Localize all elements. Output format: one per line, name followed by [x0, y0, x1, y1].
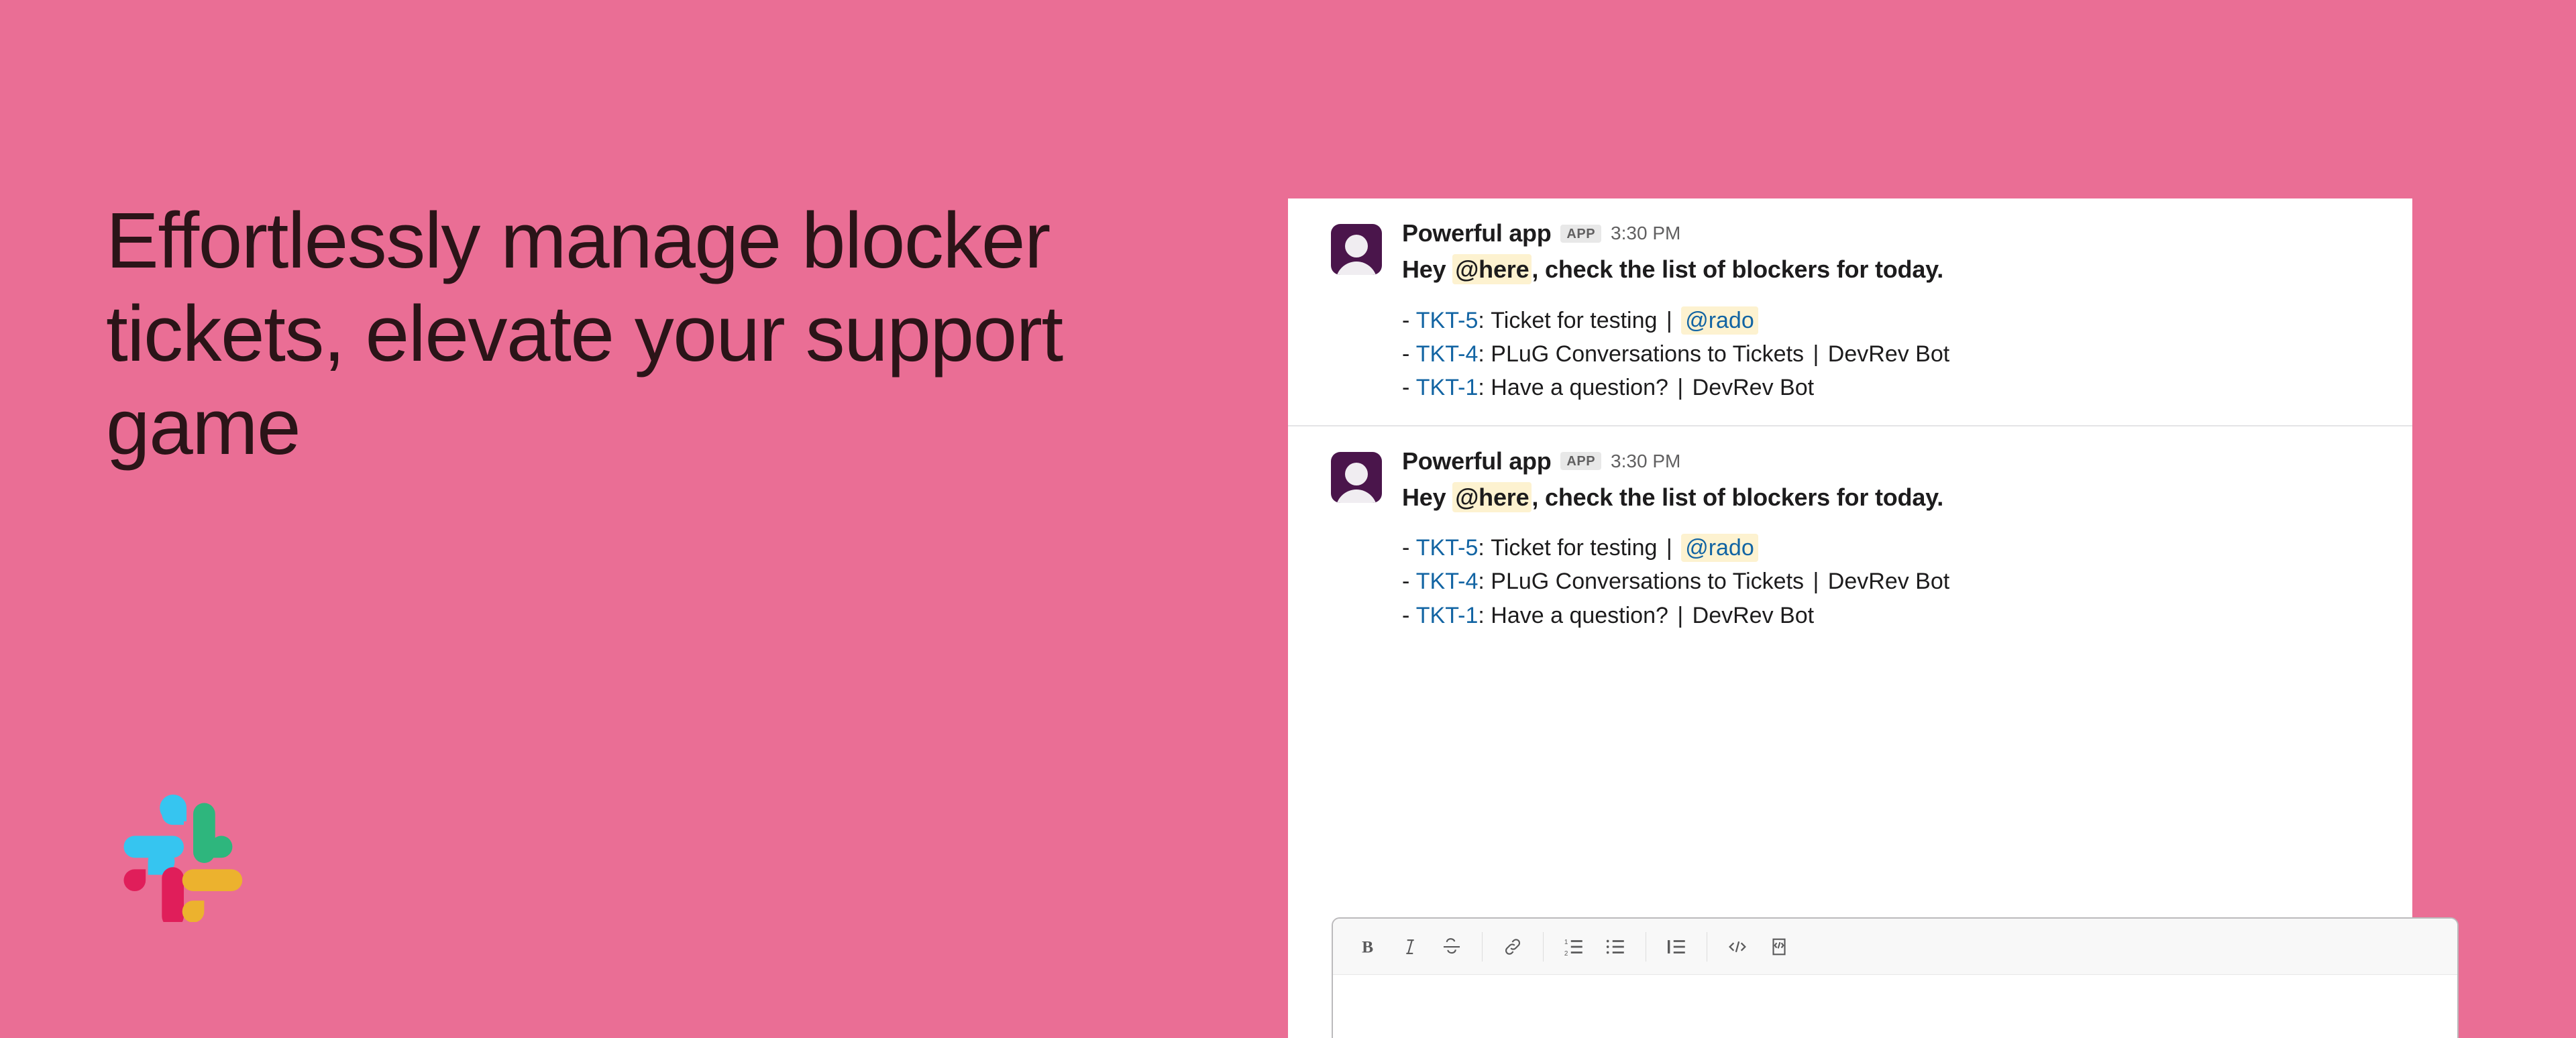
bullet: - — [1402, 569, 1410, 595]
slack-message: Powerful app APP 3:30 PM Hey @here, chec… — [1288, 198, 2412, 425]
list-item: - TKT-1: Have a question? | DevRev Bot — [1402, 599, 2385, 632]
bold-icon[interactable]: B — [1348, 926, 1389, 968]
avatar[interactable] — [1331, 224, 1382, 275]
ticket-title: PLuG Conversations to Tickets — [1491, 569, 1805, 595]
slack-message: Powerful app APP 3:30 PM Hey @here, chec… — [1288, 426, 2412, 653]
composer-toolbar: B 1 2 — [1333, 919, 2457, 975]
left-hero-panel: Effortlessly manage blocker tickets, ele… — [0, 0, 1288, 1038]
ticket-title: PLuG Conversations to Tickets — [1491, 341, 1805, 367]
colon: : — [1478, 602, 1485, 628]
composer-input[interactable] — [1333, 975, 2457, 1004]
message-greeting: Hey @here, check the list of blockers fo… — [1402, 481, 2385, 514]
link-icon[interactable] — [1492, 926, 1534, 968]
message-greeting: Hey @here, check the list of blockers fo… — [1402, 253, 2385, 286]
separator: | — [1677, 375, 1684, 401]
bulleted-list-icon[interactable] — [1595, 926, 1636, 968]
message-timestamp[interactable]: 3:30 PM — [1611, 224, 1680, 243]
separator: | — [1813, 341, 1819, 367]
avatar-head-icon — [1345, 462, 1368, 485]
avatar-body-icon — [1336, 489, 1377, 503]
greeting-suffix: , check the list of blockers for today. — [1532, 255, 1944, 283]
ticket-link[interactable]: TKT-1 — [1416, 375, 1479, 400]
ticket-title: Have a question? — [1491, 602, 1668, 628]
message-sender[interactable]: Powerful app — [1402, 449, 1552, 473]
bullet: - — [1402, 535, 1410, 561]
svg-text:B: B — [1362, 937, 1373, 956]
mention-here[interactable]: @here — [1452, 481, 1532, 512]
svg-text:2: 2 — [1564, 949, 1568, 957]
ticket-link[interactable]: TKT-4 — [1416, 569, 1479, 594]
ordered-list-icon[interactable]: 1 2 — [1553, 926, 1595, 968]
app-badge: APP — [1560, 452, 1602, 471]
greeting-suffix: , check the list of blockers for today. — [1532, 483, 1944, 511]
list-item: - TKT-5: Ticket for testing | @rado — [1402, 304, 2385, 337]
message-sender[interactable]: Powerful app — [1402, 221, 1552, 245]
slack-logo — [115, 795, 243, 922]
page-title: Effortlessly manage blocker tickets, ele… — [106, 196, 1063, 472]
ticket-title: Ticket for testing — [1491, 307, 1658, 333]
colon: : — [1478, 341, 1485, 367]
greeting-prefix: Hey — [1402, 255, 1453, 283]
greeting-prefix: Hey — [1402, 483, 1453, 511]
svg-text:1: 1 — [1564, 938, 1568, 945]
message-timestamp[interactable]: 3:30 PM — [1611, 451, 1680, 471]
separator: | — [1666, 307, 1672, 333]
mention-here[interactable]: @here — [1452, 254, 1532, 284]
blockquote-icon[interactable] — [1656, 926, 1697, 968]
ticket-assignee: DevRev Bot — [1692, 375, 1815, 401]
ticket-assignee: DevRev Bot — [1827, 341, 1950, 367]
message-header: Powerful app APP 3:30 PM — [1402, 221, 2385, 245]
ticket-link[interactable]: TKT-4 — [1416, 341, 1479, 367]
ticket-link[interactable]: TKT-1 — [1416, 603, 1479, 628]
italic-icon[interactable] — [1389, 926, 1431, 968]
ticket-list: - TKT-5: Ticket for testing | @rado - TK… — [1402, 304, 2385, 405]
ticket-assignee: DevRev Bot — [1827, 569, 1950, 595]
avatar-head-icon — [1345, 235, 1368, 257]
bullet: - — [1402, 375, 1410, 401]
list-item: - TKT-1: Have a question? | DevRev Bot — [1402, 371, 2385, 404]
colon: : — [1478, 307, 1485, 333]
ticket-title: Ticket for testing — [1491, 535, 1658, 561]
ticket-title: Have a question? — [1491, 375, 1668, 401]
bullet: - — [1402, 307, 1410, 333]
separator: | — [1813, 569, 1819, 595]
ticket-assignee[interactable]: @rado — [1681, 534, 1758, 563]
separator: | — [1677, 602, 1684, 628]
message-header: Powerful app APP 3:30 PM — [1402, 449, 2385, 473]
ticket-list: - TKT-5: Ticket for testing | @rado - TK… — [1402, 531, 2385, 632]
code-icon[interactable] — [1717, 926, 1758, 968]
colon: : — [1478, 375, 1485, 401]
ticket-assignee: DevRev Bot — [1692, 602, 1815, 628]
bullet: - — [1402, 341, 1410, 367]
colon: : — [1478, 535, 1485, 561]
toolbar-divider — [1482, 931, 1483, 962]
ticket-assignee[interactable]: @rado — [1681, 306, 1758, 335]
code-block-icon[interactable] — [1758, 926, 1800, 968]
bullet: - — [1402, 602, 1410, 628]
message-composer[interactable]: B 1 2 — [1332, 917, 2459, 1038]
ticket-link[interactable]: TKT-5 — [1416, 308, 1479, 333]
list-item: - TKT-5: Ticket for testing | @rado — [1402, 531, 2385, 565]
colon: : — [1478, 569, 1485, 595]
list-item: - TKT-4: PLuG Conversations to Tickets |… — [1402, 565, 2385, 598]
strikethrough-icon[interactable] — [1431, 926, 1472, 968]
list-item: - TKT-4: PLuG Conversations to Tickets |… — [1402, 337, 2385, 371]
slack-message-panel: Powerful app APP 3:30 PM Hey @here, chec… — [1288, 198, 2412, 1038]
avatar-body-icon — [1336, 262, 1377, 275]
app-badge: APP — [1560, 224, 1602, 243]
toolbar-divider — [1543, 931, 1544, 962]
avatar[interactable] — [1331, 451, 1382, 503]
ticket-link[interactable]: TKT-5 — [1416, 535, 1479, 561]
separator: | — [1666, 535, 1672, 561]
